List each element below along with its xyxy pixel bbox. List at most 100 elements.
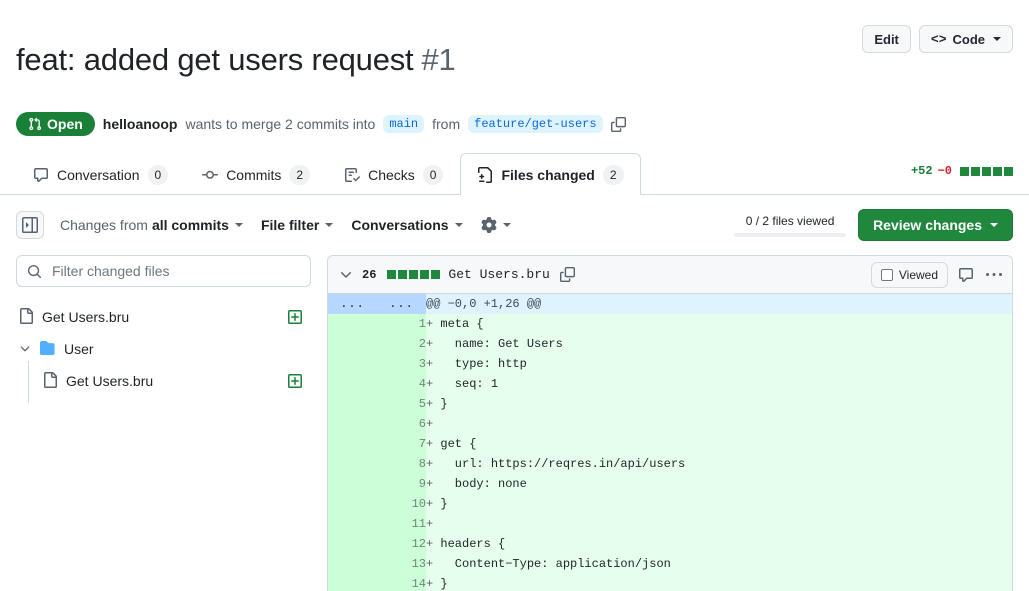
copy-path-button[interactable]: [558, 265, 577, 284]
files-viewed-text: 0 / 2 files viewed: [746, 214, 835, 228]
tab-label: Files changed: [501, 167, 594, 183]
diff-row: 7+ get {: [328, 434, 1012, 454]
chevron-down-icon: [455, 223, 463, 227]
head-branch[interactable]: feature/get-users: [468, 115, 602, 133]
viewed-label: Viewed: [899, 268, 938, 282]
line-text: meta {: [440, 317, 483, 331]
line-marker: +: [426, 337, 433, 351]
line-text: seq: 1: [440, 377, 498, 391]
file-tree-item-folder-user[interactable]: User: [16, 333, 311, 365]
comment-icon: [33, 167, 49, 183]
file-filter-dropdown[interactable]: File filter: [261, 217, 333, 233]
line-marker: +: [426, 577, 433, 591]
diff-change-count: 26: [362, 268, 376, 282]
line-number: 12: [377, 534, 426, 554]
line-text: headers {: [440, 537, 505, 551]
diff-row: 1+ meta {: [328, 314, 1012, 334]
conversations-label: Conversations: [351, 217, 448, 233]
line-number: 9: [377, 474, 426, 494]
files-viewed-progress: 0 / 2 files viewed: [734, 214, 846, 237]
code-button[interactable]: <> Code: [919, 25, 1013, 53]
line-text: }: [440, 497, 447, 511]
from-label: from: [432, 116, 460, 132]
gear-icon: [481, 217, 497, 233]
deletions-count: −0: [938, 164, 952, 178]
search-icon: [27, 264, 42, 279]
hunk-left-marker[interactable]: ...: [328, 294, 377, 314]
diff-more-options-button[interactable]: [984, 265, 1004, 285]
file-icon: [42, 372, 58, 391]
pr-author[interactable]: helloanoop: [103, 116, 178, 132]
line-content: + get {: [426, 434, 1012, 454]
changes-from-dropdown[interactable]: Changes from all commits: [60, 217, 243, 233]
file-tree-item-nested-file[interactable]: Get Users.bru: [16, 365, 311, 397]
line-number: 13: [377, 554, 426, 574]
pull-request-page: feat: added get users request#1 Edit <> …: [0, 0, 1029, 591]
search-input[interactable]: [50, 262, 300, 280]
diff-settings-dropdown[interactable]: [481, 217, 511, 233]
diff-hunk-header-row: ... ... @@ −0,0 +1,26 @@: [328, 294, 1012, 314]
line-number: 8: [377, 454, 426, 474]
line-marker: +: [426, 497, 433, 511]
pr-title-row: feat: added get users request#1 Edit <> …: [0, 0, 1029, 100]
line-number: 6: [377, 414, 426, 434]
chevron-down-icon[interactable]: [338, 267, 354, 283]
review-changes-button[interactable]: Review changes: [858, 209, 1013, 241]
viewed-checkbox[interactable]: Viewed: [871, 262, 948, 288]
line-marker: +: [426, 397, 433, 411]
tab-conversation[interactable]: Conversation 0: [16, 153, 185, 195]
status-badge-label: Open: [47, 117, 83, 131]
tabs-list: Conversation 0 Commits 2: [0, 153, 1029, 195]
added-icon: [287, 309, 303, 325]
edit-button[interactable]: Edit: [862, 25, 911, 53]
chevron-down-icon: [235, 223, 243, 227]
folder-icon: [40, 340, 56, 359]
diff-row: 12+ headers {: [328, 534, 1012, 554]
tab-commits[interactable]: Commits 2: [185, 153, 327, 195]
line-content: + Content−Type: application/json: [426, 554, 1012, 574]
comment-icon: [958, 267, 974, 283]
file-tree-item-label: Get Users.bru: [66, 373, 153, 389]
line-marker: +: [426, 457, 433, 471]
line-number: 11: [377, 514, 426, 534]
line-number: 5: [377, 394, 426, 414]
line-content: + }: [426, 394, 1012, 414]
conversations-dropdown[interactable]: Conversations: [351, 217, 462, 233]
tab-label: Conversation: [57, 167, 140, 183]
line-marker: +: [426, 437, 433, 451]
diff-row: 6+: [328, 414, 1012, 434]
toolbar-right: 0 / 2 files viewed Review changes: [734, 209, 1013, 241]
line-content: + name: Get Users: [426, 334, 1012, 354]
additions-count: +52: [911, 164, 933, 178]
line-marker: +: [426, 557, 433, 571]
line-marker: +: [426, 477, 433, 491]
copy-icon: [560, 267, 575, 282]
commit-icon: [202, 167, 218, 183]
hunk-right-marker[interactable]: ...: [377, 294, 426, 314]
copy-branch-button[interactable]: [611, 117, 626, 132]
line-content: + seq: 1: [426, 374, 1012, 394]
diff-comment-button[interactable]: [956, 265, 976, 285]
diff-file-name[interactable]: Get Users.bru: [448, 267, 549, 282]
line-content: + headers {: [426, 534, 1012, 554]
line-text: name: Get Users: [440, 337, 562, 351]
line-number: 14: [377, 574, 426, 591]
diff-row: 2+ name: Get Users: [328, 334, 1012, 354]
diff-stat-blocks: [960, 167, 1013, 176]
line-text: }: [440, 397, 447, 411]
diff-header-actions: Viewed: [871, 262, 1004, 288]
tab-checks[interactable]: Checks 0: [327, 153, 460, 195]
base-branch[interactable]: main: [383, 115, 424, 133]
file-tree-item-root-file[interactable]: Get Users.bru: [16, 301, 311, 333]
line-text: get {: [440, 437, 476, 451]
line-content: +: [426, 414, 1012, 434]
line-text: url: https://reqres.in/api/users: [440, 457, 685, 471]
file-icon: [18, 308, 34, 327]
checkbox-icon: [881, 269, 893, 281]
added-icon: [287, 373, 303, 389]
sidebar-expand-icon[interactable]: [16, 211, 44, 239]
chevron-down-icon: [993, 37, 1001, 41]
filter-files-box[interactable]: [16, 255, 311, 287]
tab-files-changed[interactable]: Files changed 2: [460, 153, 640, 195]
merge-description: wants to merge 2 commits into: [185, 116, 375, 132]
